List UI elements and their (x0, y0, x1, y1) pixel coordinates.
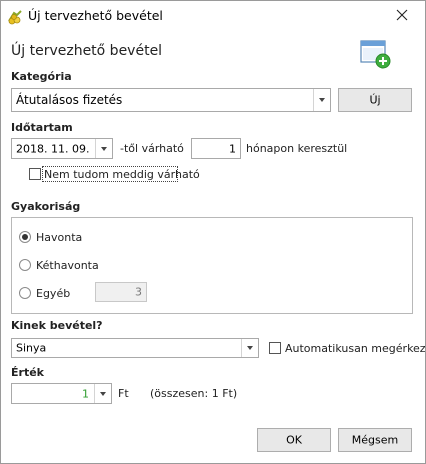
amount-input[interactable]: 1 (11, 383, 112, 404)
recipient-select[interactable]: Sinya (11, 338, 259, 358)
cancel-button[interactable]: Mégsem (338, 428, 412, 452)
from-text: -től várható (120, 142, 184, 155)
radio-bimonthly[interactable] (19, 259, 31, 271)
months-input[interactable]: 1 (191, 138, 241, 159)
radio-other-label[interactable]: Egyéb (36, 287, 70, 300)
months-value: 1 (229, 142, 236, 155)
title-bar: Új tervezhető bevétel (1, 1, 425, 32)
other-interval-value: 3 (135, 285, 142, 299)
cancel-button-label: Mégsem (351, 433, 399, 447)
total-text: (összesen: 1 Ft) (150, 387, 238, 400)
chevron-down-icon[interactable] (241, 339, 258, 357)
money-coins-icon (7, 9, 23, 25)
dialog-heading: Új tervezhető bevétel (11, 43, 163, 59)
category-select[interactable]: Átutalásos fizetés (11, 88, 331, 112)
amount-value: 1 (82, 387, 89, 400)
ok-button[interactable]: OK (257, 428, 331, 452)
ok-button-label: OK (286, 433, 302, 447)
recipient-label: Kinek bevétel? (11, 319, 103, 332)
category-label: Kategória (11, 70, 72, 83)
currency-label: Ft (118, 387, 129, 400)
unknown-duration-checkbox[interactable] (29, 168, 41, 180)
close-icon (396, 9, 408, 21)
chevron-down-icon[interactable] (94, 384, 111, 403)
close-button[interactable] (381, 1, 425, 31)
unknown-duration-label[interactable]: Nem tudom meddig várható (44, 168, 200, 181)
duration-label: Időtartam (11, 121, 73, 134)
start-date-picker[interactable]: 2018. 11. 09. (11, 138, 113, 159)
radio-monthly[interactable] (19, 231, 31, 243)
category-value: Átutalásos fizetés (16, 93, 123, 107)
auto-arrive-checkbox[interactable] (269, 342, 281, 354)
frequency-label: Gyakoriság (11, 200, 81, 213)
window-add-icon (360, 38, 392, 70)
frequency-group: Havonta Kéthavonta Egyéb 3 (11, 217, 413, 314)
chevron-down-icon[interactable] (313, 89, 330, 111)
recipient-value: Sinya (16, 341, 47, 355)
auto-arrive-label[interactable]: Automatikusan megérkezik (285, 342, 425, 355)
start-date-value: 2018. 11. 09. (16, 142, 90, 155)
chevron-down-icon[interactable] (95, 139, 112, 158)
new-category-button[interactable]: Új (338, 88, 412, 112)
radio-monthly-label[interactable]: Havonta (36, 231, 82, 244)
window-title: Új tervezhető bevétel (28, 8, 163, 23)
other-interval-input: 3 (95, 282, 147, 302)
new-category-button-label: Új (369, 93, 381, 107)
months-text: hónapon keresztül (246, 142, 348, 155)
amount-label: Érték (11, 366, 44, 379)
radio-bimonthly-label[interactable]: Kéthavonta (36, 259, 99, 272)
dialog-window: Új tervezhető bevétel Új tervezhető bevé… (0, 0, 426, 464)
radio-other[interactable] (19, 287, 31, 299)
